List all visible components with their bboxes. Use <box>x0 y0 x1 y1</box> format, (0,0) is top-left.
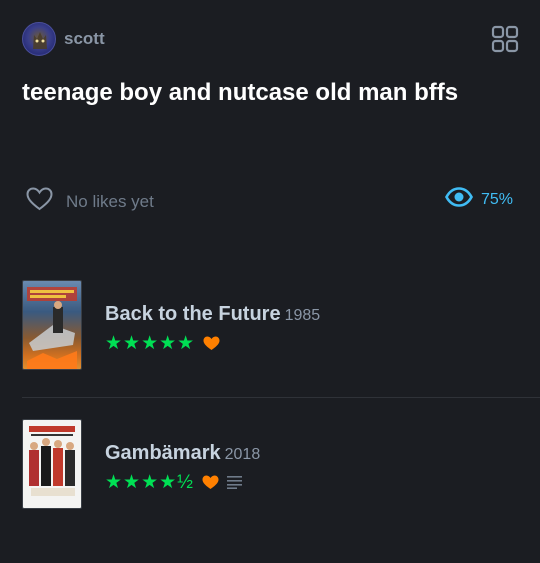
film-meta: ★★★★½ <box>105 471 260 493</box>
film-year[interactable]: 2018 <box>225 446 261 463</box>
grid-view-icon[interactable] <box>491 25 519 53</box>
film-info: Back to the Future 1985 ★★★★★ <box>105 303 321 354</box>
list-author[interactable]: scott <box>22 22 105 56</box>
star-rating: ★★★★½ <box>105 471 194 493</box>
film-poster[interactable] <box>22 419 82 509</box>
username[interactable]: scott <box>64 29 105 49</box>
film-title[interactable]: Back to the Future <box>105 303 281 325</box>
review-lines-icon[interactable] <box>226 475 242 489</box>
heart-outline-icon[interactable] <box>26 187 53 216</box>
likes-count-text: No likes yet <box>66 191 154 211</box>
film-info: Gambämark 2018 ★★★★½ <box>105 442 261 493</box>
film-poster[interactable] <box>22 280 82 370</box>
divider <box>22 397 540 398</box>
avatar[interactable] <box>22 22 56 56</box>
film-meta: ★★★★★ <box>105 332 320 354</box>
eye-icon <box>445 187 473 212</box>
list-item[interactable]: Back to the Future 1985 ★★★★★ <box>22 280 518 372</box>
list-title: teenage boy and nutcase old man bffs <box>22 79 459 106</box>
heart-icon <box>203 336 220 351</box>
watched-progress: 75% <box>445 187 513 212</box>
film-title[interactable]: Gambämark <box>105 442 221 464</box>
list-item[interactable]: Gambämark 2018 ★★★★½ <box>22 419 518 511</box>
star-rating: ★★★★★ <box>105 332 196 354</box>
film-year[interactable]: 1985 <box>285 307 321 324</box>
like-button[interactable]: No likes yet <box>26 187 154 216</box>
heart-icon <box>202 475 219 490</box>
list-page: scott teenage boy and nutcase old man bf… <box>0 0 540 563</box>
watched-percent: 75% <box>481 190 514 208</box>
